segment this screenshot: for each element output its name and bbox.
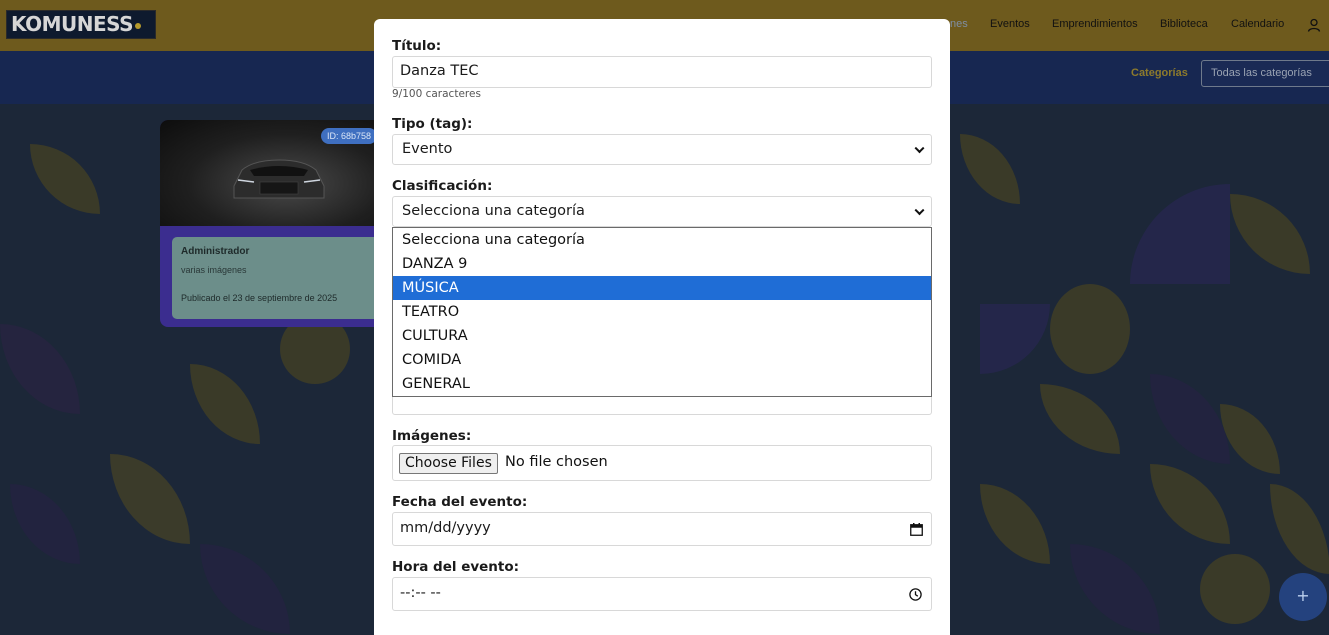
nav-item-biblioteca[interactable]: Biblioteca xyxy=(1160,18,1208,30)
chevron-down-icon xyxy=(914,142,925,153)
logo-dot xyxy=(135,22,142,29)
dropdown-option-highlighted[interactable]: MÚSICA xyxy=(393,276,931,300)
create-post-modal: Título: Danza TEC 9/100 caracteres Tipo … xyxy=(374,19,950,635)
title-input[interactable]: Danza TEC xyxy=(392,56,932,88)
tag-select-value: Evento xyxy=(402,141,453,157)
dropdown-option[interactable]: GENERAL xyxy=(393,372,931,396)
background-leaf xyxy=(0,324,80,414)
background-leaf xyxy=(1070,544,1160,634)
background-leaf xyxy=(200,544,290,634)
add-post-button[interactable]: + xyxy=(1279,573,1327,621)
dropdown-option[interactable]: COMIDA xyxy=(393,348,931,372)
file-status: No file chosen xyxy=(505,454,608,470)
background-leaf xyxy=(110,454,190,544)
date-placeholder: mm/dd/yyyy xyxy=(400,520,491,536)
dropdown-option[interactable]: Selecciona una categoría xyxy=(393,228,931,252)
background-leaf xyxy=(1050,284,1130,374)
time-label: Hora del evento: xyxy=(392,559,520,575)
dropdown-option[interactable]: DANZA 9 xyxy=(393,252,931,276)
tag-label: Tipo (tag): xyxy=(392,116,473,132)
logo-text: KOMUNESS xyxy=(11,12,134,36)
post-description: varias imágenes xyxy=(181,265,247,275)
background-leaf xyxy=(30,144,100,214)
background-leaf xyxy=(1150,374,1230,464)
background-leaf xyxy=(190,364,260,444)
background-leaf xyxy=(1150,464,1230,544)
title-char-counter: 9/100 caracteres xyxy=(392,88,481,100)
post-date: Publicado el 23 de septiembre de 2025 xyxy=(181,293,338,303)
background-leaf xyxy=(1270,484,1329,574)
categories-select[interactable]: Todas las categorías xyxy=(1201,60,1329,87)
background-leaf xyxy=(1230,194,1310,274)
categories-label: Categorías xyxy=(1131,67,1188,79)
post-id-badge: ID: 68b758 xyxy=(321,128,378,144)
classification-select[interactable]: Selecciona una categoría xyxy=(392,196,932,227)
dropdown-option[interactable]: CULTURA xyxy=(393,324,931,348)
nav-item-eventos[interactable]: Eventos xyxy=(990,18,1030,30)
classification-dropdown: Selecciona una categoría DANZA 9 MÚSICA … xyxy=(392,227,932,397)
car-image xyxy=(233,159,325,199)
calendar-icon[interactable] xyxy=(910,523,923,536)
classification-label: Clasificación: xyxy=(392,178,493,194)
komuness-logo[interactable]: KOMUNESS xyxy=(6,10,156,39)
post-author: Administrador xyxy=(181,246,250,257)
background-leaf xyxy=(960,134,1020,204)
images-label: Imágenes: xyxy=(392,428,472,444)
background-leaf xyxy=(10,484,80,564)
post-card[interactable]: ID: 68b758 Administrador varias imágenes… xyxy=(160,120,390,327)
background-leaf xyxy=(1200,554,1270,624)
nav-item-emprendimientos[interactable]: Emprendimientos xyxy=(1052,18,1138,30)
user-icon[interactable] xyxy=(1307,18,1321,32)
post-image: ID: 68b758 xyxy=(160,120,390,226)
background-leaf xyxy=(1040,384,1120,454)
images-file-input[interactable]: Choose Files No file chosen xyxy=(392,445,932,481)
time-placeholder: --:-- -- xyxy=(400,585,441,601)
event-time-input[interactable]: --:-- -- xyxy=(392,577,932,611)
event-date-input[interactable]: mm/dd/yyyy xyxy=(392,512,932,546)
post-info: Administrador varias imágenes Publicado … xyxy=(172,237,390,319)
nav-item-calendario[interactable]: Calendario xyxy=(1231,18,1284,30)
title-label: Título: xyxy=(392,38,442,54)
clock-icon[interactable] xyxy=(909,588,922,601)
date-label: Fecha del evento: xyxy=(392,494,528,510)
chevron-down-icon xyxy=(914,204,925,215)
background-leaf xyxy=(980,484,1050,564)
background-leaf xyxy=(1130,184,1230,284)
tag-select[interactable]: Evento xyxy=(392,134,932,165)
choose-files-button[interactable]: Choose Files xyxy=(399,453,498,474)
nav-item-partial[interactable]: nes xyxy=(950,18,968,30)
background-leaf xyxy=(980,304,1050,374)
dropdown-option[interactable]: TEATRO xyxy=(393,300,931,324)
classification-select-value: Selecciona una categoría xyxy=(402,203,585,219)
